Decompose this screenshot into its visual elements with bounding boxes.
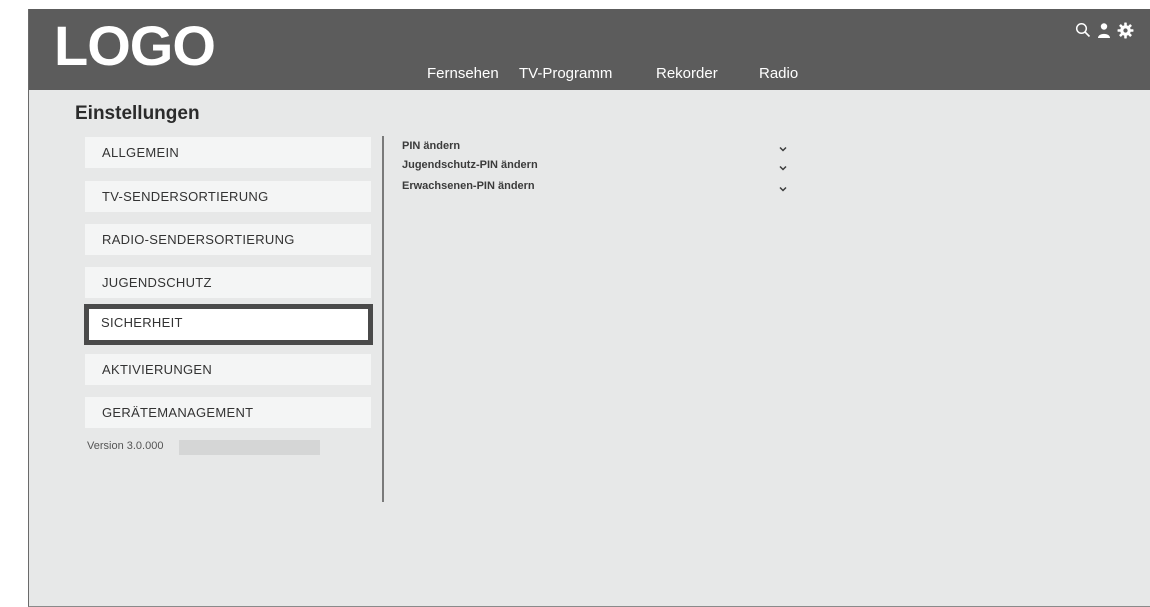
page-title: Einstellungen: [75, 103, 200, 124]
app-frame: LOGO Fernsehen TV-Programm Rekorder Radi…: [28, 9, 1150, 607]
sidebar-item-jugendschutz[interactable]: JUGENDSCHUTZ: [85, 267, 371, 298]
chevron-down-icon[interactable]: [778, 141, 788, 152]
content-divider: [382, 136, 384, 502]
pin-change-label: PIN ändern: [402, 140, 461, 152]
chevron-down-icon[interactable]: [778, 181, 788, 192]
sidebar-item-allgemein[interactable]: ALLGEMEIN: [85, 137, 371, 168]
search-icon[interactable]: [1075, 22, 1091, 43]
gear-icon[interactable]: [1117, 22, 1134, 44]
sidebar-item-sicherheit[interactable]: SICHERHEIT: [84, 304, 373, 345]
version-redacted-bar: [179, 440, 320, 455]
header-bar: LOGO Fernsehen TV-Programm Rekorder Radi…: [29, 9, 1150, 90]
user-icon[interactable]: [1096, 22, 1112, 43]
youth-pin-change-row[interactable]: Jugendschutz-PIN ändern: [402, 158, 788, 174]
nav-item-rekorder[interactable]: Rekorder: [656, 65, 718, 83]
sidebar-item-tv-sendersortierung[interactable]: TV-SENDERSORTIERUNG: [85, 181, 371, 212]
pin-change-row[interactable]: PIN ändern: [402, 139, 788, 155]
logo[interactable]: LOGO: [54, 14, 216, 78]
nav-item-fernsehen[interactable]: Fernsehen: [427, 65, 499, 83]
youth-pin-change-label: Jugendschutz-PIN ändern: [402, 159, 538, 171]
chevron-down-icon[interactable]: [778, 160, 788, 171]
nav-item-tv-programm[interactable]: TV-Programm: [519, 65, 612, 83]
version-label: Version 3.0.000: [87, 440, 164, 452]
sidebar-item-geraetemanagement[interactable]: GERÄTEMANAGEMENT: [85, 397, 371, 428]
adult-pin-change-row[interactable]: Erwachsenen-PIN ändern: [402, 179, 788, 195]
sidebar-item-radio-sendersortierung[interactable]: RADIO-SENDERSORTIERUNG: [85, 224, 371, 255]
nav-item-radio[interactable]: Radio: [759, 65, 798, 83]
adult-pin-change-label: Erwachsenen-PIN ändern: [402, 180, 535, 192]
sidebar-item-aktivierungen[interactable]: AKTIVIERUNGEN: [85, 354, 371, 385]
